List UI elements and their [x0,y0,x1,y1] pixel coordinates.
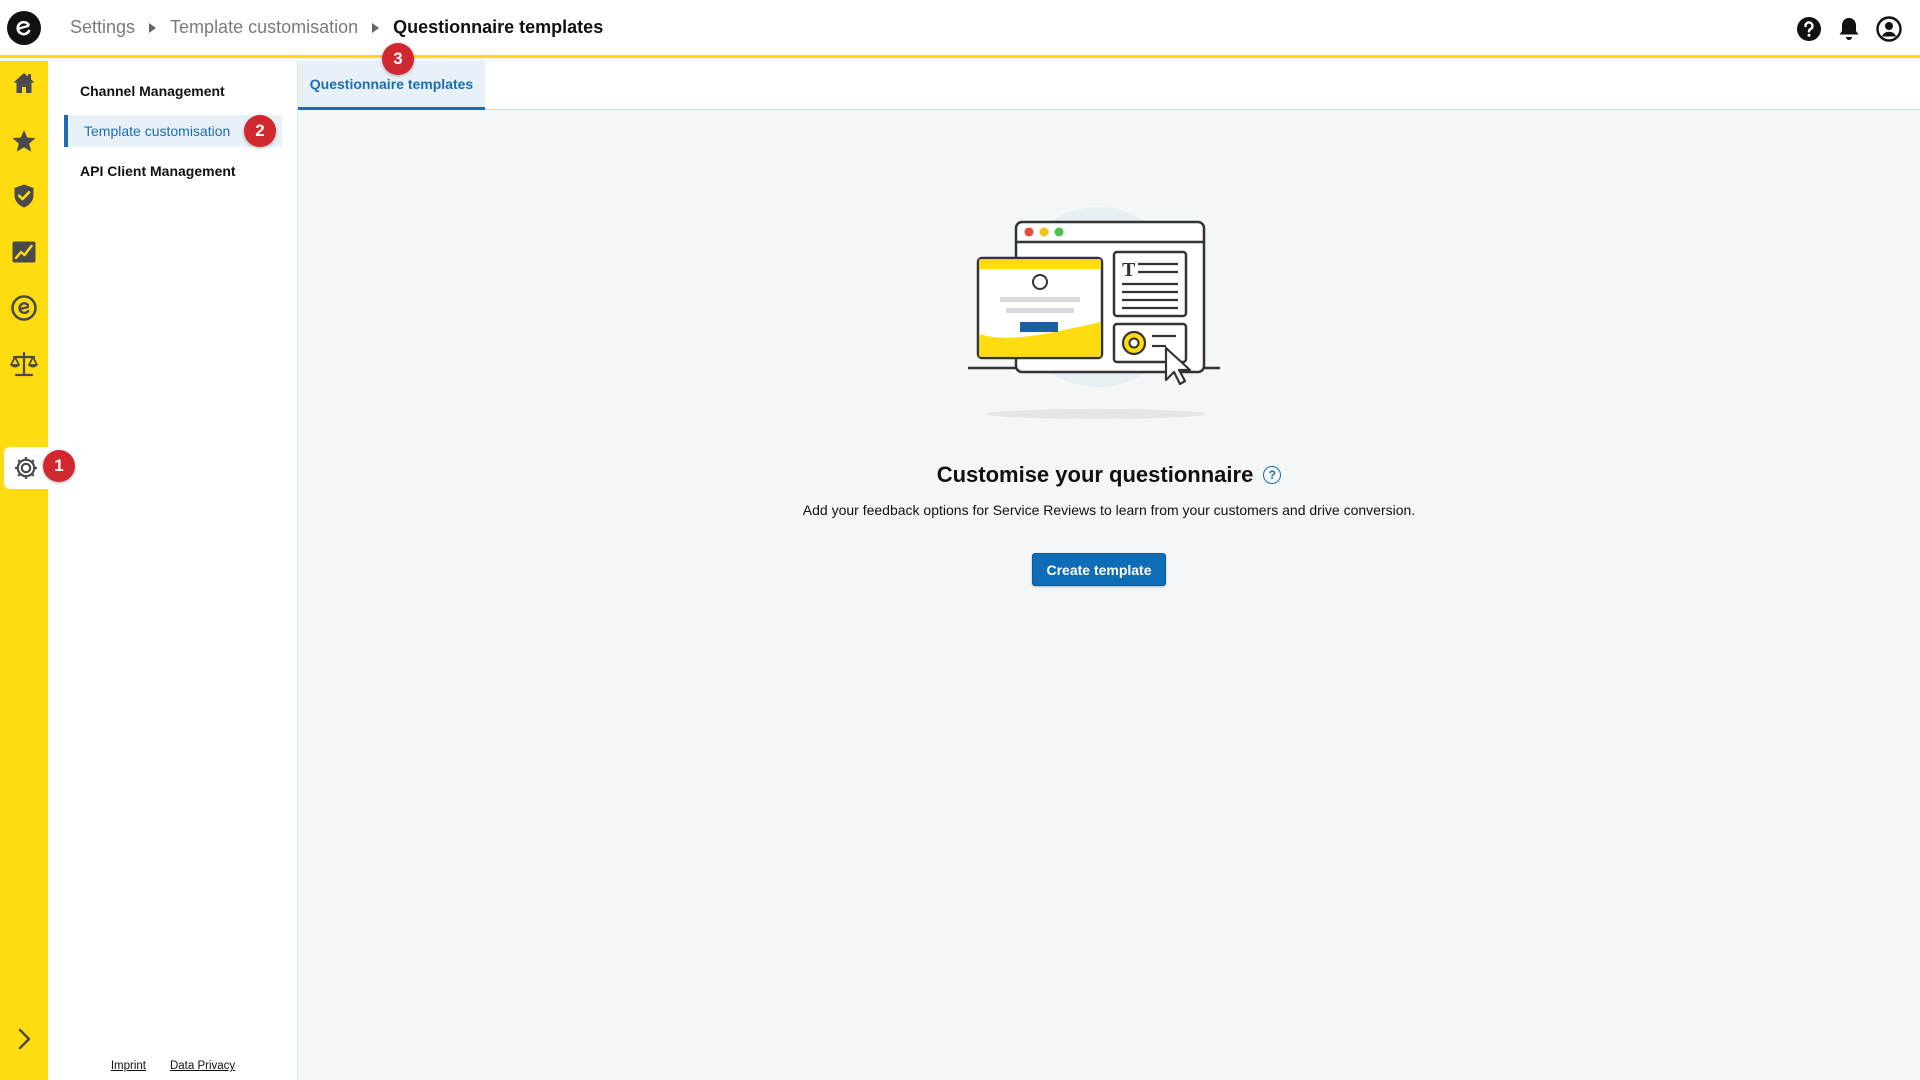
shield-check-icon[interactable] [0,176,48,216]
main-content: T Customise your questionnaire ? Add you… [298,110,1920,1080]
logo[interactable] [0,0,48,57]
home-icon[interactable] [0,63,48,103]
create-template-button[interactable]: Create template [1032,553,1166,586]
chevron-right-icon[interactable] [0,1019,48,1059]
empty-state-description: Add your feedback options for Service Re… [802,502,1416,518]
breadcrumb-current: Questionnaire templates [393,17,604,37]
empty-state-title: Customise your questionnaire [936,462,1254,487]
tab-bar: Questionnaire templates [298,61,1920,110]
help-icon[interactable] [1796,16,1822,42]
questionnaire-illustration: T [968,207,1220,419]
subnav-item-channel-management[interactable]: Channel Management [64,75,282,107]
gear-icon [15,457,37,479]
settings-subnav: Channel Management Template customisatio… [48,61,298,1080]
breadcrumb: Settings Template customisation Question… [70,17,603,38]
rail-item-settings[interactable] [4,447,48,489]
step-badge-1: 1 [43,450,75,482]
step-badge-3: 3 [382,43,414,75]
header-actions [1796,0,1902,58]
imprint-link[interactable]: Imprint [111,1060,146,1072]
bell-icon[interactable] [1836,16,1862,42]
trusted-logo-icon [7,10,41,45]
breadcrumb-template-customisation[interactable]: Template customisation [170,17,358,38]
breadcrumb-separator [372,22,380,33]
trusted-logo-icon[interactable] [0,288,48,328]
top-bar: Settings Template customisation Question… [0,0,1920,58]
empty-state-heading: Customise your questionnaire ? [298,462,1920,488]
breadcrumb-settings[interactable]: Settings [70,17,135,38]
left-rail [0,61,48,1080]
breadcrumb-separator [149,22,157,33]
step-badge-2: 2 [244,115,276,147]
svg-text:T: T [1122,259,1136,281]
help-circle-icon[interactable]: ? [1263,466,1282,484]
subnav-item-api-client-management[interactable]: API Client Management [64,155,282,187]
account-icon[interactable] [1876,16,1902,42]
footer-links: Imprint Data Privacy [48,1060,298,1072]
scales-icon[interactable] [0,344,48,384]
chart-icon[interactable] [0,232,48,272]
star-icon[interactable] [0,121,48,161]
data-privacy-link[interactable]: Data Privacy [170,1060,235,1072]
